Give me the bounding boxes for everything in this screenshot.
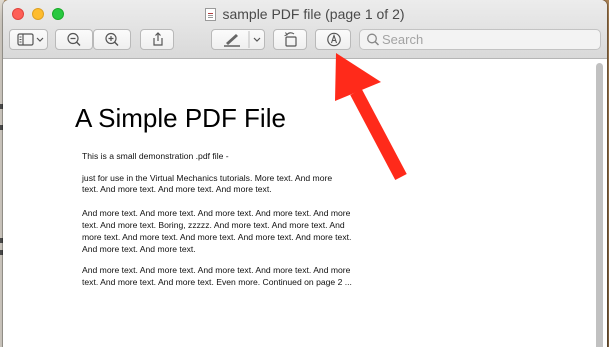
sidebar-icon [17, 33, 44, 46]
desktop: sample PDF file (page 1 of 2) Search A S… [0, 0, 609, 347]
pdf-text-line: text. And more text. Boring, zzzzz. And … [82, 220, 345, 230]
pdf-text-line: more text. And more text. And more text.… [82, 232, 352, 242]
share-button[interactable] [140, 29, 174, 50]
zoom-in-button[interactable] [93, 29, 131, 50]
search-icon [367, 33, 380, 46]
rotate-icon [284, 32, 297, 47]
window-title: sample PDF file (page 1 of 2) [222, 6, 405, 22]
title-bar[interactable]: sample PDF file (page 1 of 2) [3, 0, 607, 59]
pdf-text-line: text. And more text. And more text. Even… [82, 277, 352, 287]
zoom-out-icon [67, 32, 81, 46]
pdf-text-line: And more text. And more text. And more t… [82, 265, 351, 275]
preview-window: sample PDF file (page 1 of 2) Search A S… [3, 0, 607, 347]
scrollbar-thumb[interactable] [596, 63, 603, 347]
zoom-out-button[interactable] [55, 29, 93, 50]
sidebar-toggle-button[interactable] [9, 29, 48, 50]
pdf-text-line: This is a small demonstration .pdf file … [82, 151, 229, 161]
search-field[interactable] [359, 29, 601, 50]
document-view[interactable]: A Simple PDF File This is a small demons… [3, 59, 607, 347]
search-input[interactable] [382, 30, 592, 49]
pdf-title: A Simple PDF File [75, 103, 286, 133]
pdf-page: A Simple PDF File This is a small demons… [11, 59, 591, 347]
share-icon [153, 32, 163, 46]
pen-icon [224, 31, 261, 48]
rotate-button[interactable] [273, 29, 307, 50]
pdf-text-line: And more text. And more text. [82, 244, 196, 254]
zoom-in-icon [105, 32, 119, 46]
document-icon[interactable] [205, 8, 217, 21]
markup-button[interactable] [315, 29, 351, 50]
highlight-button[interactable] [211, 29, 265, 50]
pdf-text-line: text. And more text. And more text. And … [82, 184, 272, 194]
window-title-area: sample PDF file (page 1 of 2) [3, 5, 607, 23]
markup-pen-icon [327, 32, 341, 47]
pdf-text-line: just for use in the Virtual Mechanics tu… [82, 173, 333, 183]
pdf-text-line: And more text. And more text. And more t… [82, 208, 351, 218]
